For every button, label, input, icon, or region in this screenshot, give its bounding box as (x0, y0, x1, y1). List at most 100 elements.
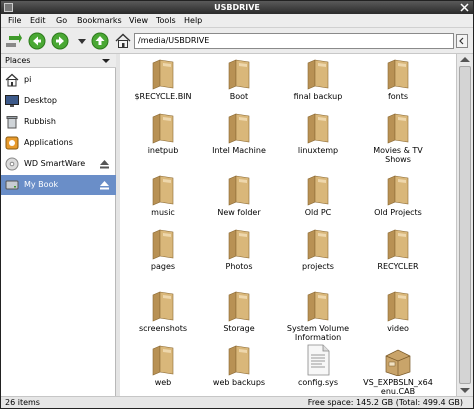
folder-icon (307, 175, 329, 206)
home-icon (5, 73, 19, 87)
menu-tools[interactable]: Tools (156, 15, 176, 27)
sidebar-item-label: My Book (24, 180, 59, 189)
sidebar-item-applications[interactable]: Applications (1, 133, 116, 153)
folder-item[interactable]: inetpub (126, 112, 200, 164)
menu-file[interactable]: File (8, 15, 21, 27)
folder-icon (228, 59, 250, 90)
back-icon[interactable] (28, 32, 46, 50)
folder-item[interactable]: New folder (202, 174, 276, 226)
file-name: Movies & TV Shows (373, 146, 423, 164)
eject-icon[interactable] (99, 180, 110, 190)
scroll-up-arrow-icon[interactable] (460, 57, 470, 62)
file-name: final backup (293, 92, 343, 101)
folder-item[interactable]: Movies & TV Shows (361, 112, 435, 164)
sidebar-item-label: pi (24, 75, 32, 84)
menu-go[interactable]: Go (56, 15, 67, 27)
folder-item[interactable]: fonts (361, 58, 435, 110)
folder-item[interactable]: Photos (202, 228, 276, 280)
forward-icon[interactable] (51, 32, 69, 50)
folder-icon (387, 113, 409, 144)
file-name: RECYCLER (377, 262, 419, 271)
file-view: $RECYCLE.BIN Boot final backup fonts inetpub… (120, 54, 456, 396)
folder-item[interactable]: Boot (202, 58, 276, 110)
places-sidebar: Places pi Desktop Rubbish Applications WD Sm… (1, 54, 116, 396)
folder-item[interactable]: Old Projects (361, 174, 435, 226)
scroll-down-arrow-icon[interactable] (460, 388, 470, 393)
folder-icon (152, 59, 174, 90)
folder-item[interactable]: System Volume Information (281, 290, 355, 342)
clear-location-icon[interactable] (456, 34, 468, 48)
folder-item[interactable]: screenshots (126, 290, 200, 342)
file-item[interactable]: VS_EXPBSLN_x64 enu.CAB (361, 344, 435, 396)
folder-item[interactable]: final backup (281, 58, 355, 110)
chevron-down-icon[interactable] (102, 59, 110, 63)
eject-icon[interactable] (99, 159, 110, 169)
sidebar-header[interactable]: Places (1, 54, 116, 68)
sidebar-item-wd-smartware[interactable]: WD SmartWare (1, 154, 116, 174)
file-name: Boot (229, 92, 249, 101)
folder-item[interactable]: Old PC (281, 174, 355, 226)
sidebar-item-label: Applications (24, 138, 73, 147)
folder-item[interactable]: linuxtemp (281, 112, 355, 164)
sidebar-item-desktop[interactable]: Desktop (1, 91, 116, 111)
menu-bar: File Edit Go Bookmarks View Tools Help (1, 14, 473, 28)
sidebar-item-label: Rubbish (24, 117, 56, 126)
folder-icon (152, 345, 174, 376)
sidebar-item-my-book[interactable]: My Book (1, 175, 116, 195)
folder-item[interactable]: web (126, 344, 200, 396)
file-name: VS_EXPBSLN_x64 enu.CAB (363, 378, 433, 396)
new-tab-icon[interactable] (5, 32, 23, 50)
folder-item[interactable]: projects (281, 228, 355, 280)
folder-item[interactable]: web backups (202, 344, 276, 396)
folder-icon (307, 229, 329, 260)
window-title: USBDRIVE (214, 3, 260, 12)
folder-item[interactable]: Intel Machine (202, 112, 276, 164)
sidebar-item-rubbish[interactable]: Rubbish (1, 112, 116, 132)
folder-item[interactable]: RECYCLER (361, 228, 435, 280)
window-menu-icon[interactable] (4, 3, 13, 12)
menu-view[interactable]: View (129, 15, 148, 27)
scroll-thumb[interactable] (459, 66, 471, 384)
up-icon[interactable] (91, 32, 109, 50)
text-file-icon (307, 344, 330, 376)
free-space: Free space: 145.2 GB (Total: 499.4 GB) (307, 398, 463, 407)
file-name: music (151, 208, 175, 217)
file-name: pages (150, 262, 176, 271)
history-dropdown-icon[interactable] (73, 32, 91, 50)
menu-edit[interactable]: Edit (30, 15, 46, 27)
folder-item[interactable]: music (126, 174, 200, 226)
sidebar-item-pi[interactable]: pi (1, 70, 116, 90)
item-count: 26 items (5, 398, 40, 407)
folder-item[interactable]: Storage (202, 290, 276, 342)
sidebar-item-label: Desktop (24, 96, 57, 105)
home-icon[interactable] (114, 32, 132, 50)
close-icon[interactable] (460, 3, 469, 12)
folder-icon (152, 229, 174, 260)
folder-item[interactable]: video (361, 290, 435, 342)
file-name: linuxtemp (297, 146, 339, 155)
file-name: Old PC (304, 208, 332, 217)
file-name: web backups (212, 378, 266, 387)
menu-help[interactable]: Help (184, 15, 202, 27)
file-name: Old Projects (374, 208, 422, 217)
folder-icon (307, 113, 329, 144)
folder-icon (307, 291, 329, 322)
file-item[interactable]: config.sys (281, 344, 355, 396)
folder-item[interactable]: pages (126, 228, 200, 280)
folder-icon (387, 59, 409, 90)
toolbar: /media/USBDRIVE (1, 28, 473, 54)
file-name: Storage (223, 324, 255, 333)
status-bar: 26 items Free space: 145.2 GB (Total: 49… (1, 396, 473, 408)
file-name: fonts (387, 92, 409, 101)
folder-icon (387, 175, 409, 206)
archive-icon (385, 349, 411, 376)
vertical-scrollbar[interactable] (456, 54, 473, 396)
location-bar[interactable]: /media/USBDRIVE (134, 33, 454, 49)
sidebar-title: Places (5, 56, 31, 65)
drive-icon (5, 180, 19, 190)
folder-item[interactable]: $RECYCLE.BIN (126, 58, 200, 110)
menu-bookmarks[interactable]: Bookmarks (77, 15, 122, 27)
applications-icon (5, 136, 19, 150)
title-bar[interactable]: USBDRIVE (1, 1, 473, 14)
file-name: $RECYCLE.BIN (134, 92, 192, 101)
